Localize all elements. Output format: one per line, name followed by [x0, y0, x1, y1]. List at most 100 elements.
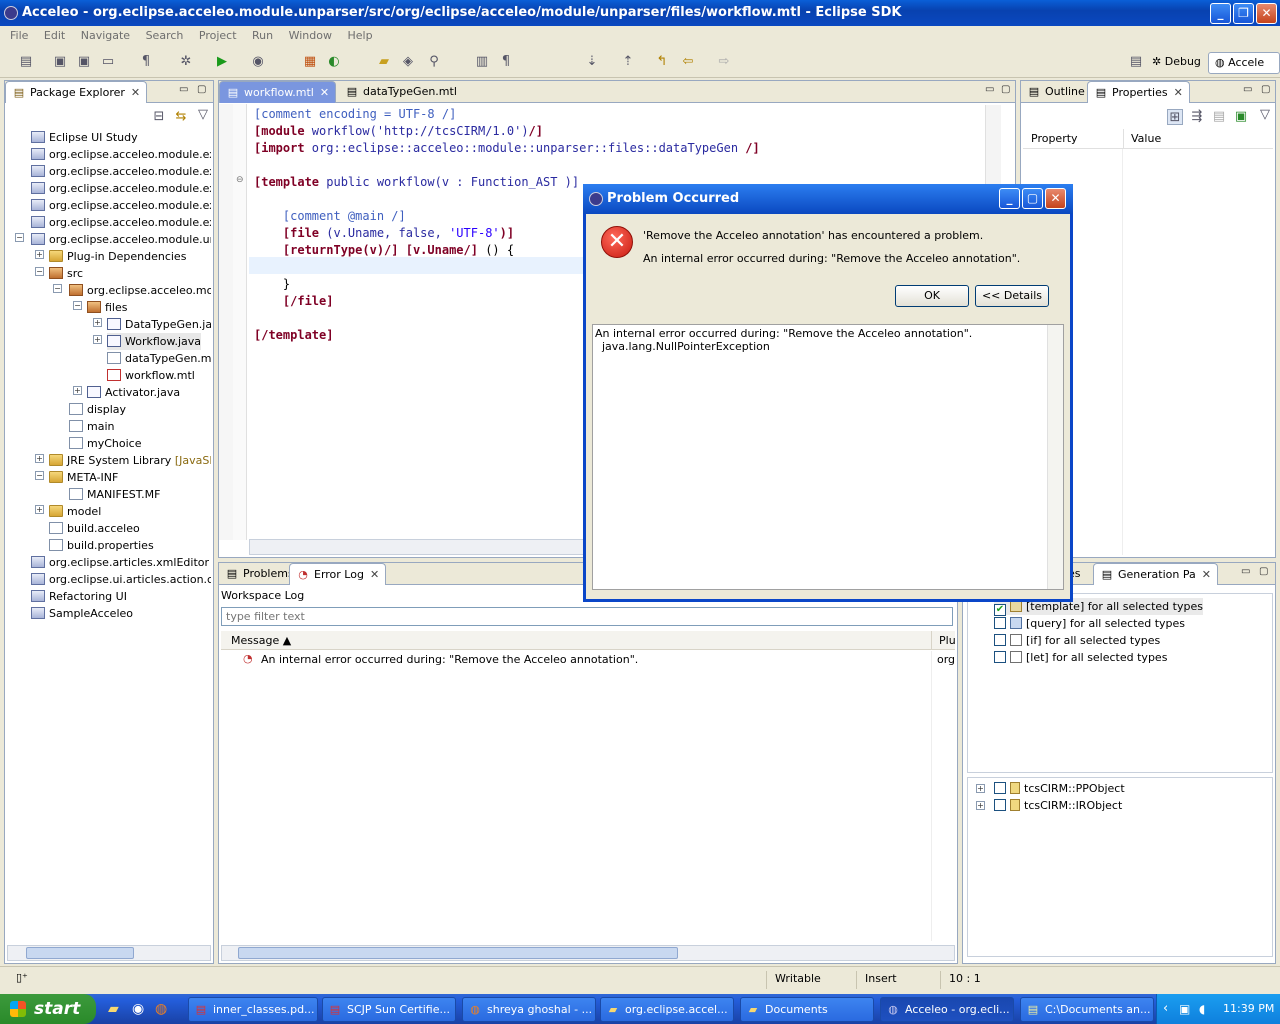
- taskbar-item[interactable]: ▤ inner_classes.pd...: [188, 997, 318, 1022]
- checkbox-icon[interactable]: [994, 617, 1006, 629]
- tree-item[interactable]: main: [69, 418, 114, 435]
- tree-item[interactable]: tcsCIRM::PPObject: [994, 780, 1125, 797]
- menu-file[interactable]: File: [4, 26, 34, 45]
- save-icon[interactable]: ▣: [52, 54, 68, 70]
- checkbox-icon[interactable]: [994, 634, 1006, 646]
- tree-item[interactable]: build.properties: [49, 537, 154, 554]
- collapse-toggle[interactable]: −: [15, 233, 24, 242]
- new-class-icon[interactable]: ◐: [326, 54, 342, 70]
- close-icon[interactable]: ✕: [1174, 86, 1183, 99]
- code-line[interactable]: [module workflow('http://tcsCIRM/1.0')/]: [254, 123, 543, 140]
- taskbar-item[interactable]: ▤ SCJP Sun Certifie...: [322, 997, 456, 1022]
- menu-window[interactable]: Window: [283, 26, 338, 45]
- maximize-view-icon[interactable]: ▢: [1259, 566, 1268, 577]
- taskbar-item[interactable]: ▰ Documents: [740, 997, 874, 1022]
- print-icon[interactable]: ▭: [100, 54, 116, 70]
- start-button[interactable]: start: [0, 994, 96, 1024]
- open-task-icon[interactable]: ◈: [400, 54, 416, 70]
- tab-error-log[interactable]: ◔ Error Log ✕: [289, 563, 387, 585]
- expand-toggle[interactable]: +: [35, 505, 44, 514]
- last-edit-icon[interactable]: ↰: [654, 54, 670, 70]
- tree-item[interactable]: Workflow.java: [107, 333, 202, 350]
- tray-expand-icon[interactable]: ‹: [1163, 994, 1168, 1024]
- tab-workflow-mtl[interactable]: ▤ workflow.mtl ✕: [219, 81, 337, 103]
- expand-toggle[interactable]: +: [93, 335, 102, 344]
- tree-item[interactable]: Eclipse UI Study: [31, 129, 138, 146]
- tab-properties[interactable]: ▤ Properties ✕: [1087, 81, 1190, 103]
- taskbar-item[interactable]: ▤ C:\Documents an...: [1020, 997, 1154, 1022]
- dialog-maximize-button[interactable]: ▢: [1022, 188, 1043, 209]
- minimize-view-icon[interactable]: ▭: [1241, 566, 1250, 577]
- list-item[interactable]: [let] for all selected types: [994, 649, 1167, 666]
- forward-icon[interactable]: ⇨: [716, 54, 732, 70]
- tab-datatypegen-mtl[interactable]: ▤ dataTypeGen.mtl: [339, 81, 463, 103]
- taskbar-item[interactable]: ◍ Acceleo - org.ecli...: [880, 997, 1014, 1022]
- details-text-area[interactable]: An internal error occurred during: "Remo…: [592, 324, 1064, 590]
- tab-outline[interactable]: ▤ Outline: [1021, 81, 1091, 103]
- maximize-view-icon[interactable]: ▢: [197, 84, 206, 95]
- code-line[interactable]: [/template]: [254, 327, 333, 344]
- maximize-button[interactable]: ❐: [1233, 3, 1254, 24]
- close-icon[interactable]: ✕: [131, 86, 140, 99]
- tree-item[interactable]: org.eclipse.acceleo.module.examp: [31, 197, 211, 214]
- next-annotation-icon[interactable]: ⇣: [584, 54, 600, 70]
- col-property[interactable]: Property: [1031, 132, 1078, 145]
- expand-toggle[interactable]: +: [73, 386, 82, 395]
- clock[interactable]: 11:39 PM: [1223, 994, 1274, 1024]
- prev-annotation-icon[interactable]: ⇡: [620, 54, 636, 70]
- details-button[interactable]: << Details: [975, 285, 1049, 307]
- link-with-editor-icon[interactable]: ⇆: [173, 109, 189, 125]
- dialog-minimize-button[interactable]: _: [999, 188, 1020, 209]
- tree-item[interactable]: org.eclipse.acceleo.module.examp: [31, 163, 211, 180]
- expand-toggle[interactable]: +: [35, 454, 44, 463]
- code-line[interactable]: [comment @main /]: [254, 208, 406, 225]
- code-line[interactable]: }: [254, 276, 290, 293]
- perspective-acceleo[interactable]: ◍ Accele: [1208, 52, 1280, 74]
- tree-item[interactable]: Activator.java: [87, 384, 180, 401]
- table-row[interactable]: ◔ An internal error occurred during: "Re…: [221, 651, 955, 669]
- scroll-thumb[interactable]: [26, 947, 134, 959]
- new-package-icon[interactable]: ▦: [302, 54, 318, 70]
- show-whitespace-icon[interactable]: ¶: [138, 54, 154, 70]
- collapse-toggle[interactable]: −: [73, 301, 82, 310]
- collapse-toggle[interactable]: −: [35, 267, 44, 276]
- tree-item[interactable]: myChoice: [69, 435, 141, 452]
- categories-icon[interactable]: ⊞: [1167, 109, 1183, 125]
- fold-icon[interactable]: ⊖: [236, 175, 244, 185]
- filter-input[interactable]: [221, 607, 953, 626]
- minimize-view-icon[interactable]: ▭: [179, 84, 188, 95]
- fast-view-icon[interactable]: ▯⁺: [16, 971, 28, 984]
- minimize-view-icon[interactable]: ▭: [1243, 84, 1252, 95]
- close-icon[interactable]: ✕: [320, 86, 329, 99]
- volume-icon[interactable]: ◖: [1199, 994, 1205, 1024]
- minimize-view-icon[interactable]: ▭: [985, 84, 994, 95]
- run-icon[interactable]: ▶: [214, 54, 230, 70]
- menu-project[interactable]: Project: [193, 26, 243, 45]
- tree-item[interactable]: org.eclipse.acceleo.module.examp: [31, 146, 211, 163]
- tree-item[interactable]: org.eclipse.acceleo.modul: [69, 282, 211, 299]
- minimize-button[interactable]: _: [1210, 3, 1231, 24]
- menu-edit[interactable]: Edit: [38, 26, 71, 45]
- network-icon[interactable]: ▣: [1179, 994, 1190, 1024]
- col-plugin[interactable]: Plu: [939, 634, 956, 647]
- filter-icon[interactable]: ▤: [1211, 109, 1227, 125]
- close-icon[interactable]: ✕: [370, 568, 379, 581]
- maximize-view-icon[interactable]: ▢: [1001, 84, 1010, 95]
- save-all-icon[interactable]: ▣: [76, 54, 92, 70]
- new-icon[interactable]: ▤: [18, 54, 34, 70]
- horizontal-scrollbar[interactable]: [221, 945, 955, 961]
- perspective-debug[interactable]: ✲ Debug: [1146, 52, 1207, 74]
- expand-toggle[interactable]: +: [976, 784, 985, 793]
- menu-help[interactable]: Help: [341, 26, 378, 45]
- code-line[interactable]: [import org::eclipse::acceleo::module::u…: [254, 140, 760, 157]
- media-player-icon[interactable]: ◉: [132, 1001, 144, 1017]
- show-pilcrow-icon[interactable]: ¶: [498, 54, 514, 70]
- tree-item[interactable]: SampleAcceleo: [31, 605, 133, 622]
- list-item[interactable]: [query] for all selected types: [994, 615, 1185, 632]
- tab-generation-pattern[interactable]: ▤ Generation Pa ✕: [1093, 563, 1218, 585]
- tree-item[interactable]: org.eclipse.articles.xmlEditor: [31, 554, 209, 571]
- tree-item[interactable]: files: [87, 299, 127, 316]
- code-line[interactable]: [template public workflow(v : Function_A…: [254, 174, 579, 191]
- close-icon[interactable]: ✕: [1202, 568, 1211, 581]
- view-menu-icon[interactable]: ▽: [195, 107, 211, 123]
